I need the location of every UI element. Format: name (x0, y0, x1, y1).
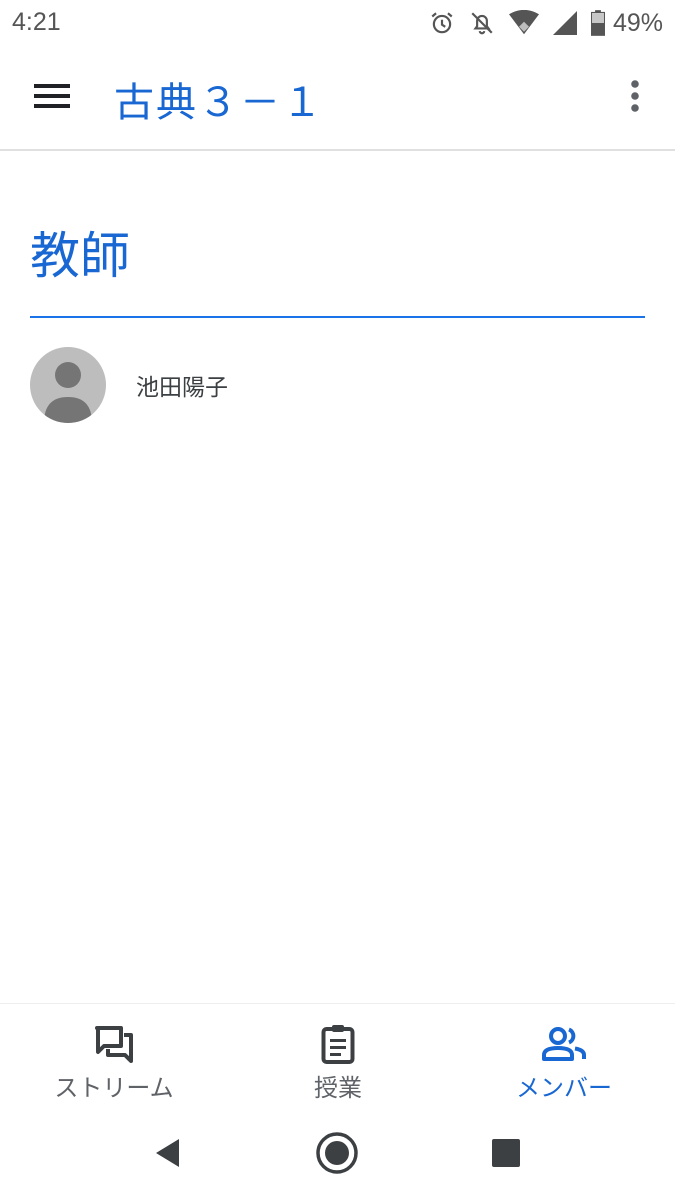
more-options-button[interactable] (615, 74, 655, 122)
system-nav-bar (0, 1109, 675, 1200)
class-title: 古典３－１ (114, 80, 324, 126)
hamburger-menu-icon (34, 83, 70, 113)
bottom-nav: ストリーム 授業 メンバー (0, 1003, 675, 1109)
back-button[interactable] (144, 1131, 192, 1179)
section-divider (30, 316, 645, 318)
app-bar: 古典３－１ (0, 46, 675, 151)
tab-stream[interactable]: ストリーム (26, 1004, 202, 1110)
tab-stream-label: ストリーム (54, 1074, 174, 1102)
tab-people-label: メンバー (516, 1074, 612, 1102)
stream-icon (94, 1024, 134, 1064)
status-time: 4:21 (12, 8, 61, 36)
more-vert-icon (630, 79, 640, 117)
section-heading-teachers: 教師 (30, 227, 130, 285)
member-row[interactable]: 池田陽子 (30, 346, 645, 424)
cell-signal-icon (552, 10, 577, 36)
member-name: 池田陽子 (136, 375, 228, 401)
tab-classwork[interactable]: 授業 (278, 1004, 398, 1110)
home-button[interactable] (313, 1131, 361, 1179)
battery-percent: 49% (612, 8, 663, 37)
default-avatar-icon (30, 347, 106, 423)
home-icon (315, 1131, 359, 1179)
recents-button[interactable] (482, 1131, 530, 1179)
wifi-icon (508, 10, 539, 36)
back-icon (153, 1137, 183, 1173)
recents-icon (491, 1138, 521, 1172)
status-bar: 4:21 49% (0, 0, 675, 46)
menu-button[interactable] (22, 74, 82, 122)
alarm-icon (429, 10, 455, 36)
status-icons: 49% (429, 8, 663, 38)
notifications-off-icon (469, 10, 495, 36)
people-icon (541, 1024, 587, 1064)
tab-classwork-label: 授業 (314, 1074, 362, 1102)
tab-people[interactable]: メンバー (488, 1004, 640, 1110)
classwork-icon (321, 1024, 355, 1064)
battery-icon (590, 10, 605, 36)
